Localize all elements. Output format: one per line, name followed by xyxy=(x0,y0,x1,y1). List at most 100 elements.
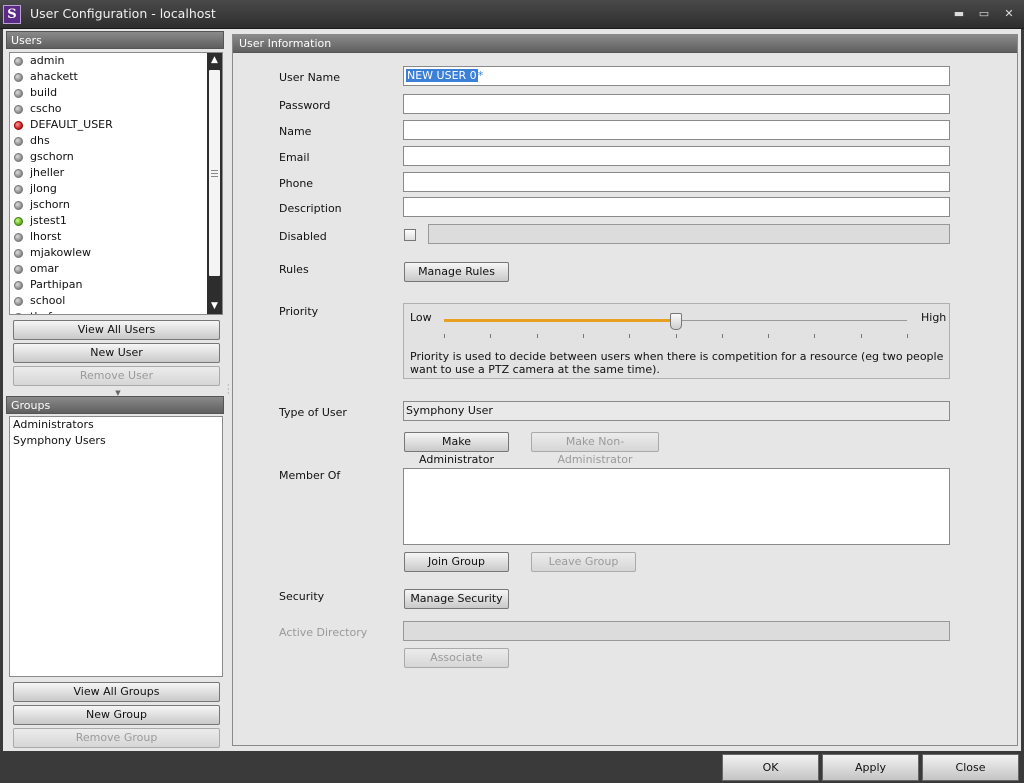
password-field[interactable] xyxy=(403,94,950,114)
priority-description: Priority is used to decide between users… xyxy=(410,350,944,376)
status-dot-icon xyxy=(14,57,23,66)
close-button[interactable]: Close xyxy=(922,754,1019,781)
associate-button[interactable]: Associate xyxy=(404,648,509,668)
user-name: build xyxy=(30,86,58,99)
window-title: User Configuration - localhost xyxy=(30,6,216,21)
user-name: school xyxy=(30,294,66,307)
list-item[interactable]: Parthipan xyxy=(10,277,222,293)
make-administrator-button[interactable]: Make Administrator xyxy=(404,432,509,466)
user-name: DEFAULT_USER xyxy=(30,118,113,131)
list-item[interactable]: dhs xyxy=(10,133,222,149)
user-name-suffix: * xyxy=(477,69,484,82)
close-icon[interactable]: ✕ xyxy=(1000,6,1018,22)
join-group-button[interactable]: Join Group xyxy=(404,552,509,572)
type-of-user-field: Symphony User xyxy=(403,401,950,421)
make-non-administrator-button[interactable]: Make Non-Administrator xyxy=(531,432,659,466)
maximize-icon[interactable]: ▭ xyxy=(975,6,993,22)
status-dot-icon xyxy=(14,137,23,146)
active-directory-field xyxy=(403,621,950,641)
list-item[interactable]: gschorn xyxy=(10,149,222,165)
list-item[interactable]: omar xyxy=(10,261,222,277)
user-name: jheller xyxy=(30,166,65,179)
description-field[interactable] xyxy=(403,197,950,217)
groups-list[interactable]: Administrators Symphony Users xyxy=(9,416,223,677)
slider-tick xyxy=(536,334,538,338)
remove-user-button[interactable]: Remove User xyxy=(13,366,220,386)
security-label: Security xyxy=(279,590,325,603)
remove-group-button[interactable]: Remove Group xyxy=(13,728,220,748)
name-field[interactable] xyxy=(403,120,950,140)
main-window: Users admin ahackett build cscho DEFAULT_USE… xyxy=(3,29,1021,751)
ok-button[interactable]: OK xyxy=(722,754,819,781)
slider-tick xyxy=(444,334,445,338)
slider-tick xyxy=(768,334,770,338)
email-field[interactable] xyxy=(403,146,950,166)
user-name: admin xyxy=(30,54,65,67)
user-name: mjakowlew xyxy=(30,246,92,259)
scroll-up-icon[interactable]: ▲ xyxy=(207,53,222,68)
priority-slider-fill xyxy=(444,319,676,322)
status-dot-icon xyxy=(14,185,23,194)
slider-tick xyxy=(907,334,908,338)
splitter-arrow-icon[interactable]: ▼ xyxy=(114,389,122,397)
user-name-field[interactable]: NEW USER 0* xyxy=(403,66,950,86)
status-dot-icon xyxy=(14,265,23,274)
vertical-splitter[interactable]: · · · xyxy=(227,382,230,398)
disabled-checkbox[interactable] xyxy=(404,229,416,241)
list-item[interactable]: admin xyxy=(10,53,222,69)
list-item[interactable]: jschorn xyxy=(10,197,222,213)
status-dot-icon xyxy=(14,201,23,210)
leave-group-button[interactable]: Leave Group xyxy=(531,552,636,572)
list-item[interactable]: Administrators xyxy=(10,417,222,433)
priority-high-label: High xyxy=(921,311,947,324)
list-item[interactable]: school xyxy=(10,293,222,309)
status-dot-icon xyxy=(14,89,23,98)
member-of-label: Member Of xyxy=(279,469,341,482)
scroll-down-icon[interactable]: ▼ xyxy=(207,299,222,314)
phone-field[interactable] xyxy=(403,172,950,192)
list-item[interactable]: thef xyxy=(10,309,222,314)
users-list[interactable]: admin ahackett build cscho DEFAULT_USERdhs gs… xyxy=(9,52,223,315)
manage-rules-button[interactable]: Manage Rules xyxy=(404,262,509,282)
user-name-label: User Name xyxy=(279,71,341,84)
status-dot-icon xyxy=(14,153,23,162)
list-item[interactable]: ahackett xyxy=(10,69,222,85)
user-name: omar xyxy=(30,262,59,275)
users-header: Users xyxy=(6,31,224,49)
view-all-groups-button[interactable]: View All Groups xyxy=(13,682,220,702)
user-name: Parthipan xyxy=(30,278,83,291)
slider-tick xyxy=(675,334,677,338)
list-item[interactable]: jheller xyxy=(10,165,222,181)
new-group-button[interactable]: New Group xyxy=(13,705,220,725)
grip-icon xyxy=(211,170,218,177)
users-scrollbar[interactable]: ▲ ▼ xyxy=(207,53,222,314)
phone-label: Phone xyxy=(279,177,314,190)
user-name-value: NEW USER 0 xyxy=(406,69,478,82)
list-item[interactable]: jlong xyxy=(10,181,222,197)
manage-security-button[interactable]: Manage Security xyxy=(404,589,509,609)
scroll-thumb[interactable] xyxy=(209,70,220,276)
priority-low-label: Low xyxy=(410,311,432,324)
minimize-icon[interactable]: ▬ xyxy=(950,6,968,22)
view-all-users-button[interactable]: View All Users xyxy=(13,320,220,340)
user-name: jschorn xyxy=(30,198,70,211)
user-name: jlong xyxy=(30,182,57,195)
list-item[interactable]: build xyxy=(10,85,222,101)
status-dot-icon xyxy=(14,169,23,178)
active-directory-label: Active Directory xyxy=(279,626,368,639)
list-item[interactable]: jstest1 xyxy=(10,213,222,229)
user-name: gschorn xyxy=(30,150,74,163)
apply-button[interactable]: Apply xyxy=(822,754,919,781)
list-item[interactable]: cscho xyxy=(10,101,222,117)
list-item[interactable]: DEFAULT_USER xyxy=(10,117,222,133)
list-item[interactable]: mjakowlew xyxy=(10,245,222,261)
slider-tick xyxy=(582,334,584,338)
status-dot-icon xyxy=(14,217,23,226)
list-item[interactable]: lhorst xyxy=(10,229,222,245)
rules-label: Rules xyxy=(279,263,309,276)
new-user-button[interactable]: New User xyxy=(13,343,220,363)
priority-slider-thumb[interactable] xyxy=(669,313,682,330)
status-dot-icon xyxy=(14,313,23,314)
list-item[interactable]: Symphony Users xyxy=(10,433,222,449)
member-of-list[interactable] xyxy=(403,468,950,545)
